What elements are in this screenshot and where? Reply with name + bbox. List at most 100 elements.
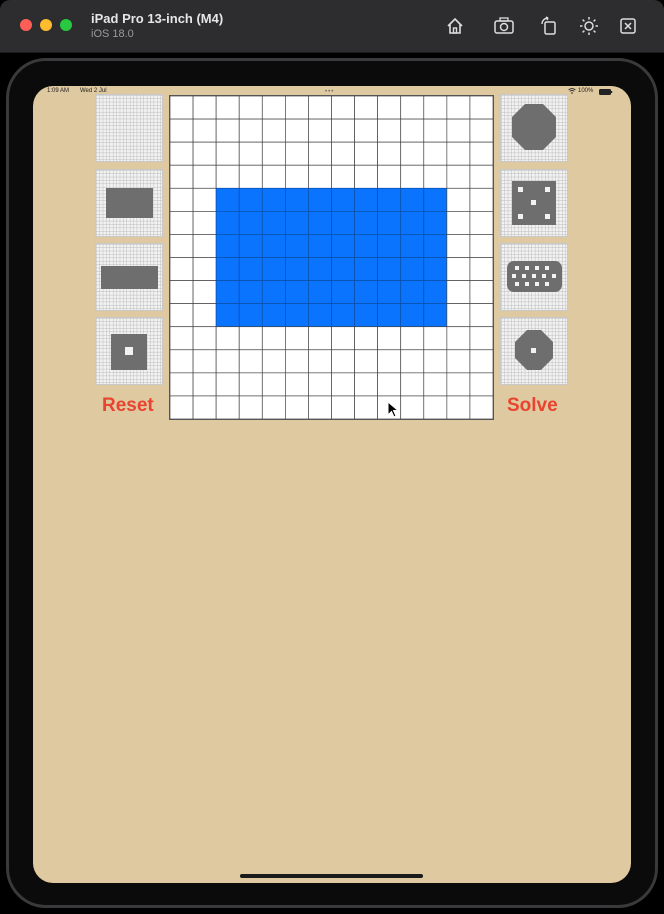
grid-cell-filled[interactable] bbox=[423, 234, 448, 258]
grid-cell[interactable] bbox=[331, 164, 355, 189]
preset-perforated[interactable] bbox=[500, 243, 568, 311]
grid-cell[interactable] bbox=[238, 96, 263, 120]
grid-cell[interactable] bbox=[170, 257, 194, 281]
grid-cell[interactable] bbox=[308, 96, 332, 120]
grid-cell[interactable] bbox=[192, 141, 217, 166]
grid-cell[interactable] bbox=[469, 257, 493, 281]
grid-cell[interactable] bbox=[261, 349, 286, 374]
rotate-icon[interactable] bbox=[537, 14, 561, 38]
grid-cell[interactable] bbox=[446, 96, 471, 120]
grid-cell[interactable] bbox=[192, 280, 217, 304]
grid-cell-filled[interactable] bbox=[331, 187, 355, 212]
grid-cell[interactable] bbox=[377, 372, 402, 397]
grid-cell-filled[interactable] bbox=[308, 234, 332, 258]
grid-cell[interactable] bbox=[170, 280, 194, 304]
grid-cell[interactable] bbox=[446, 164, 471, 189]
grid-cell-filled[interactable] bbox=[238, 211, 263, 235]
grid-cell-filled[interactable] bbox=[377, 211, 402, 235]
home-icon[interactable] bbox=[443, 14, 467, 38]
grid-cell[interactable] bbox=[331, 395, 355, 419]
grid-cell[interactable] bbox=[400, 349, 425, 374]
grid-cell[interactable] bbox=[285, 326, 309, 351]
grid-cell-filled[interactable] bbox=[285, 280, 309, 304]
grid-cell[interactable] bbox=[400, 118, 425, 143]
grid-cell[interactable] bbox=[192, 187, 217, 212]
grid-cell-filled[interactable] bbox=[400, 257, 425, 281]
grid-cell[interactable] bbox=[469, 118, 493, 143]
grid-cell[interactable] bbox=[261, 96, 286, 120]
reset-button[interactable]: Reset bbox=[102, 395, 154, 417]
grid-cell[interactable] bbox=[192, 234, 217, 258]
grid-cell-filled[interactable] bbox=[377, 234, 402, 258]
grid-cell[interactable] bbox=[308, 141, 332, 166]
preset-wide-bar[interactable] bbox=[95, 243, 163, 311]
grid-cell[interactable] bbox=[446, 372, 471, 397]
grid-cell[interactable] bbox=[469, 164, 493, 189]
grid-cell-filled[interactable] bbox=[285, 303, 309, 328]
grid-cell[interactable] bbox=[446, 303, 471, 328]
grid-cell[interactable] bbox=[400, 326, 425, 351]
grid-cell[interactable] bbox=[215, 326, 240, 351]
grid-cell-filled[interactable] bbox=[400, 303, 425, 328]
grid-cell[interactable] bbox=[285, 395, 309, 419]
grid-cell-filled[interactable] bbox=[354, 280, 378, 304]
grid-cell[interactable] bbox=[192, 303, 217, 328]
grid-cell-filled[interactable] bbox=[377, 257, 402, 281]
grid-cell[interactable] bbox=[170, 303, 194, 328]
grid-cell[interactable] bbox=[192, 395, 217, 419]
grid-cell[interactable] bbox=[446, 257, 471, 281]
grid-cell-filled[interactable] bbox=[308, 257, 332, 281]
grid-cell-filled[interactable] bbox=[331, 257, 355, 281]
grid-cell[interactable] bbox=[238, 141, 263, 166]
grid-cell[interactable] bbox=[308, 395, 332, 419]
grid-cell[interactable] bbox=[308, 118, 332, 143]
home-indicator[interactable] bbox=[240, 874, 423, 878]
grid-cell-filled[interactable] bbox=[261, 211, 286, 235]
grid-cell[interactable] bbox=[423, 372, 448, 397]
grid-cell-filled[interactable] bbox=[238, 257, 263, 281]
preset-circle-hole[interactable] bbox=[500, 317, 568, 385]
grid-cell[interactable] bbox=[446, 118, 471, 143]
grid-cell[interactable] bbox=[400, 372, 425, 397]
grid-cell[interactable] bbox=[469, 395, 493, 419]
grid-cell[interactable] bbox=[331, 372, 355, 397]
grid-cell[interactable] bbox=[423, 326, 448, 351]
grid-cell-filled[interactable] bbox=[354, 257, 378, 281]
grid-cell-filled[interactable] bbox=[377, 303, 402, 328]
grid-cell[interactable] bbox=[400, 395, 425, 419]
grid-cell[interactable] bbox=[238, 118, 263, 143]
grid-cell[interactable] bbox=[446, 395, 471, 419]
grid-cell[interactable] bbox=[170, 234, 194, 258]
grid-cell[interactable] bbox=[261, 118, 286, 143]
grid-cell[interactable] bbox=[215, 164, 240, 189]
grid-cell-filled[interactable] bbox=[285, 257, 309, 281]
grid-cell[interactable] bbox=[238, 372, 263, 397]
grid-cell[interactable] bbox=[170, 372, 194, 397]
grid-cell[interactable] bbox=[469, 303, 493, 328]
grid-cell[interactable] bbox=[170, 118, 194, 143]
grid-cell[interactable] bbox=[469, 211, 493, 235]
grid-cell[interactable] bbox=[354, 326, 378, 351]
grid-cell[interactable] bbox=[192, 118, 217, 143]
preset-dice[interactable] bbox=[500, 169, 568, 237]
grid-cell[interactable] bbox=[469, 96, 493, 120]
grid-cell-filled[interactable] bbox=[354, 187, 378, 212]
grid-cell[interactable] bbox=[170, 96, 194, 120]
grid-cell-filled[interactable] bbox=[238, 234, 263, 258]
grid-cell[interactable] bbox=[354, 141, 378, 166]
grid-cell-filled[interactable] bbox=[331, 211, 355, 235]
grid-cell[interactable] bbox=[400, 96, 425, 120]
grid-cell[interactable] bbox=[446, 234, 471, 258]
grid-cell[interactable] bbox=[423, 96, 448, 120]
grid-cell[interactable] bbox=[308, 349, 332, 374]
grid-cell[interactable] bbox=[238, 395, 263, 419]
grid-cell[interactable] bbox=[377, 141, 402, 166]
grid-cell[interactable] bbox=[469, 280, 493, 304]
grid-cell[interactable] bbox=[285, 164, 309, 189]
grid-cell-filled[interactable] bbox=[285, 211, 309, 235]
grid-cell-filled[interactable] bbox=[423, 257, 448, 281]
grid-cell[interactable] bbox=[469, 141, 493, 166]
grid-cell[interactable] bbox=[423, 395, 448, 419]
grid-cell[interactable] bbox=[192, 96, 217, 120]
grid-cell-filled[interactable] bbox=[377, 280, 402, 304]
